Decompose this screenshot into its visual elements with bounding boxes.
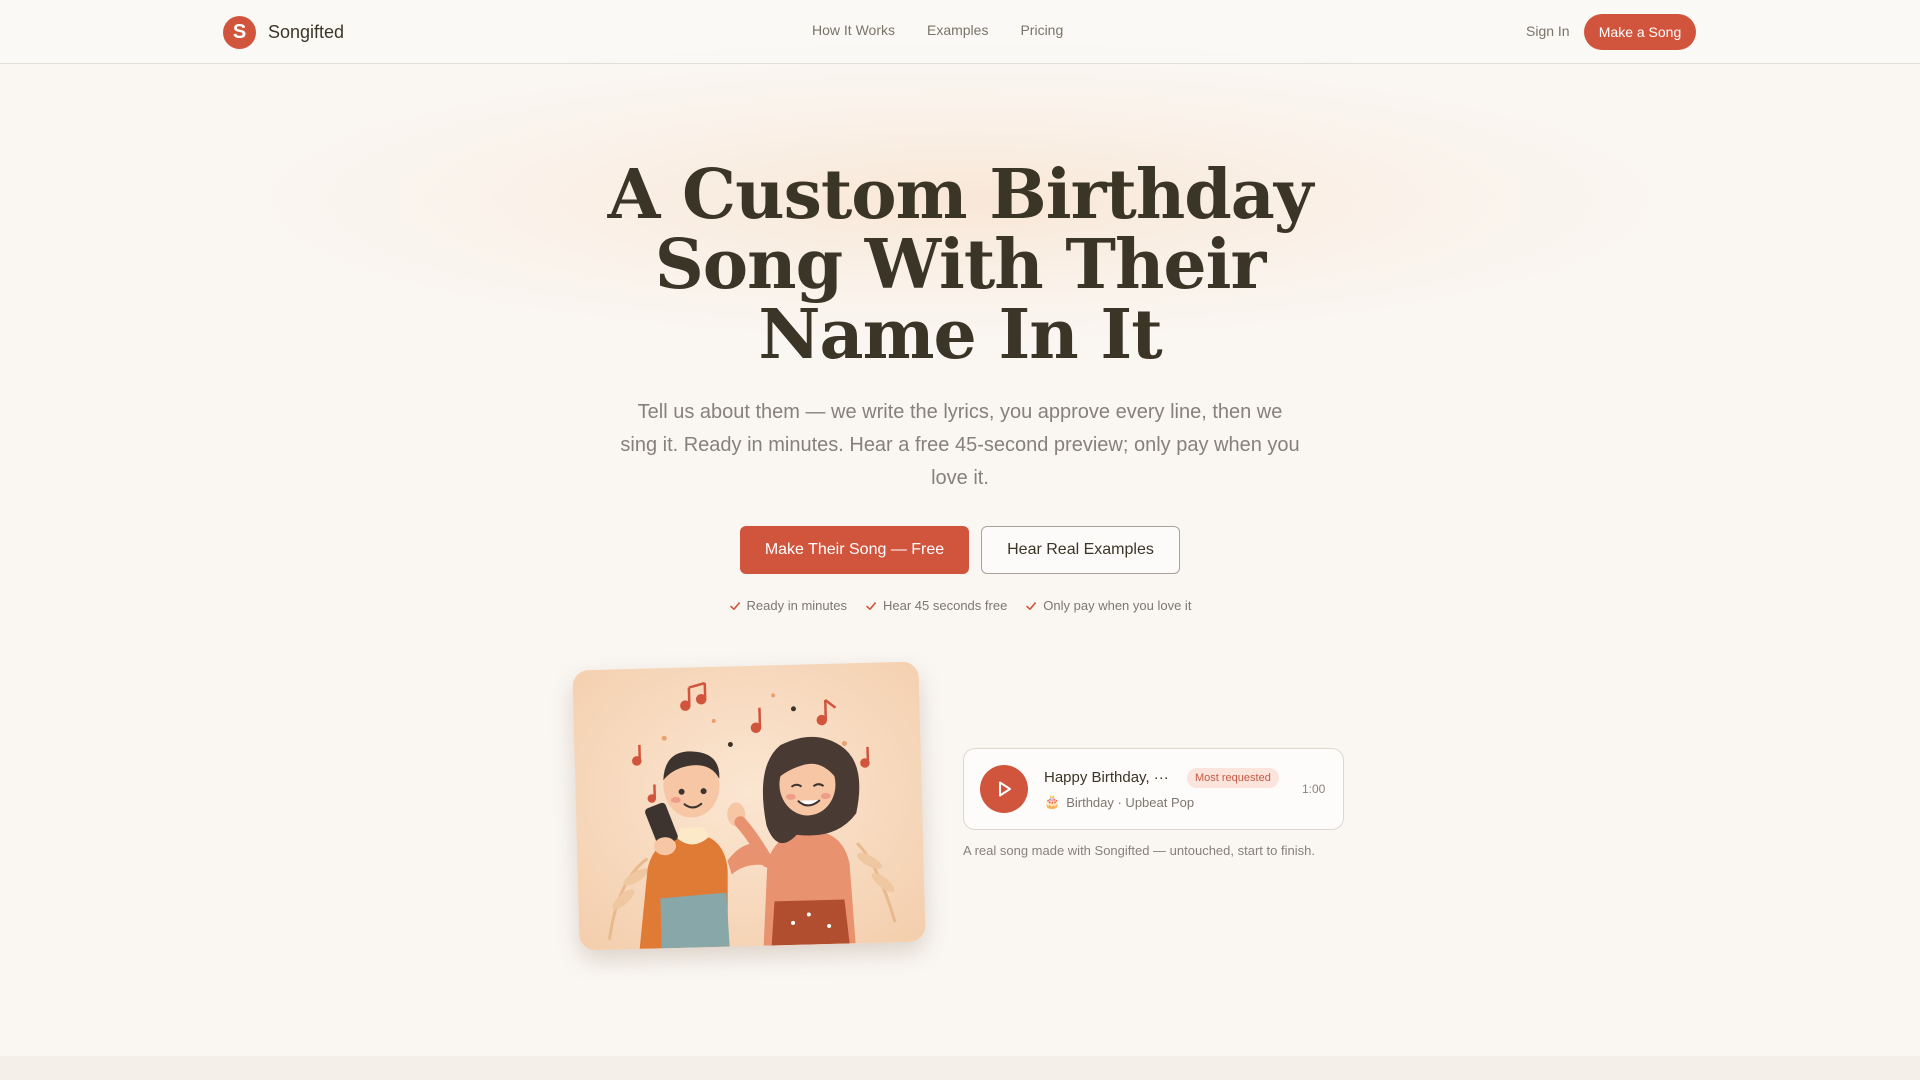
player-caption: A real song made with Songifted — untouc… — [963, 843, 1315, 858]
song-genre: Birthday · Upbeat Pop — [1066, 794, 1195, 810]
song-meta: 🎂 Birthday · Upbeat Pop — [1044, 794, 1194, 810]
celebration-illustration — [572, 661, 926, 951]
next-section-edge — [0, 1056, 1920, 1080]
nav-link-pricing[interactable]: Pricing — [1020, 22, 1063, 38]
song-player: Happy Birthday, ··· Most requested 🎂 Bir… — [963, 748, 1344, 830]
song-title: Happy Birthday, ··· — [1044, 769, 1169, 786]
cake-icon: 🎂 — [1044, 794, 1061, 809]
hear-examples-button[interactable]: Hear Real Examples — [981, 526, 1180, 574]
hero-title: A Custom Birthday Song With Their Name I… — [560, 160, 1360, 370]
benefit-label: Hear 45 seconds free — [883, 598, 1008, 613]
song-duration: 1:00 — [1302, 782, 1326, 796]
benefit-label: Only pay when you love it — [1043, 598, 1192, 613]
birthday-illustration — [572, 661, 926, 951]
brand-logo-icon: S — [223, 15, 256, 49]
brand[interactable]: S Songifted — [223, 15, 344, 49]
nav-link-examples[interactable]: Examples — [927, 22, 988, 38]
check-icon — [1026, 601, 1037, 610]
benefit-item: Hear 45 seconds free — [865, 598, 1007, 613]
brand-name: Songifted — [268, 21, 345, 42]
most-requested-badge: Most requested — [1187, 768, 1279, 788]
check-icon — [866, 601, 876, 610]
benefit-item: Only pay when you love it — [1025, 598, 1191, 613]
nav-links: How It Works Examples Pricing — [812, 22, 1063, 38]
hero-title-line: Song With Their — [654, 225, 1267, 305]
play-button[interactable] — [980, 765, 1028, 813]
top-navigation: S Songifted How It Works Examples Pricin… — [0, 0, 1920, 64]
hero-title-line: A Custom Birthday — [607, 155, 1314, 235]
hero-title-line: Name In It — [758, 295, 1162, 375]
nav-link-how-it-works[interactable]: How It Works — [812, 22, 895, 38]
make-their-song-button[interactable]: Make Their Song — Free — [740, 526, 969, 574]
benefit-label: Ready in minutes — [746, 598, 847, 613]
sign-in-link[interactable]: Sign In — [1526, 23, 1570, 39]
make-a-song-button[interactable]: Make a Song — [1584, 14, 1696, 50]
check-icon — [729, 601, 740, 610]
benefit-checks: Ready in minutes Hear 45 seconds free On… — [0, 598, 1920, 613]
play-icon — [999, 781, 1011, 797]
benefit-item: Ready in minutes — [729, 598, 847, 613]
hero-subtitle: Tell us about them — we write the lyrics… — [620, 401, 1300, 489]
